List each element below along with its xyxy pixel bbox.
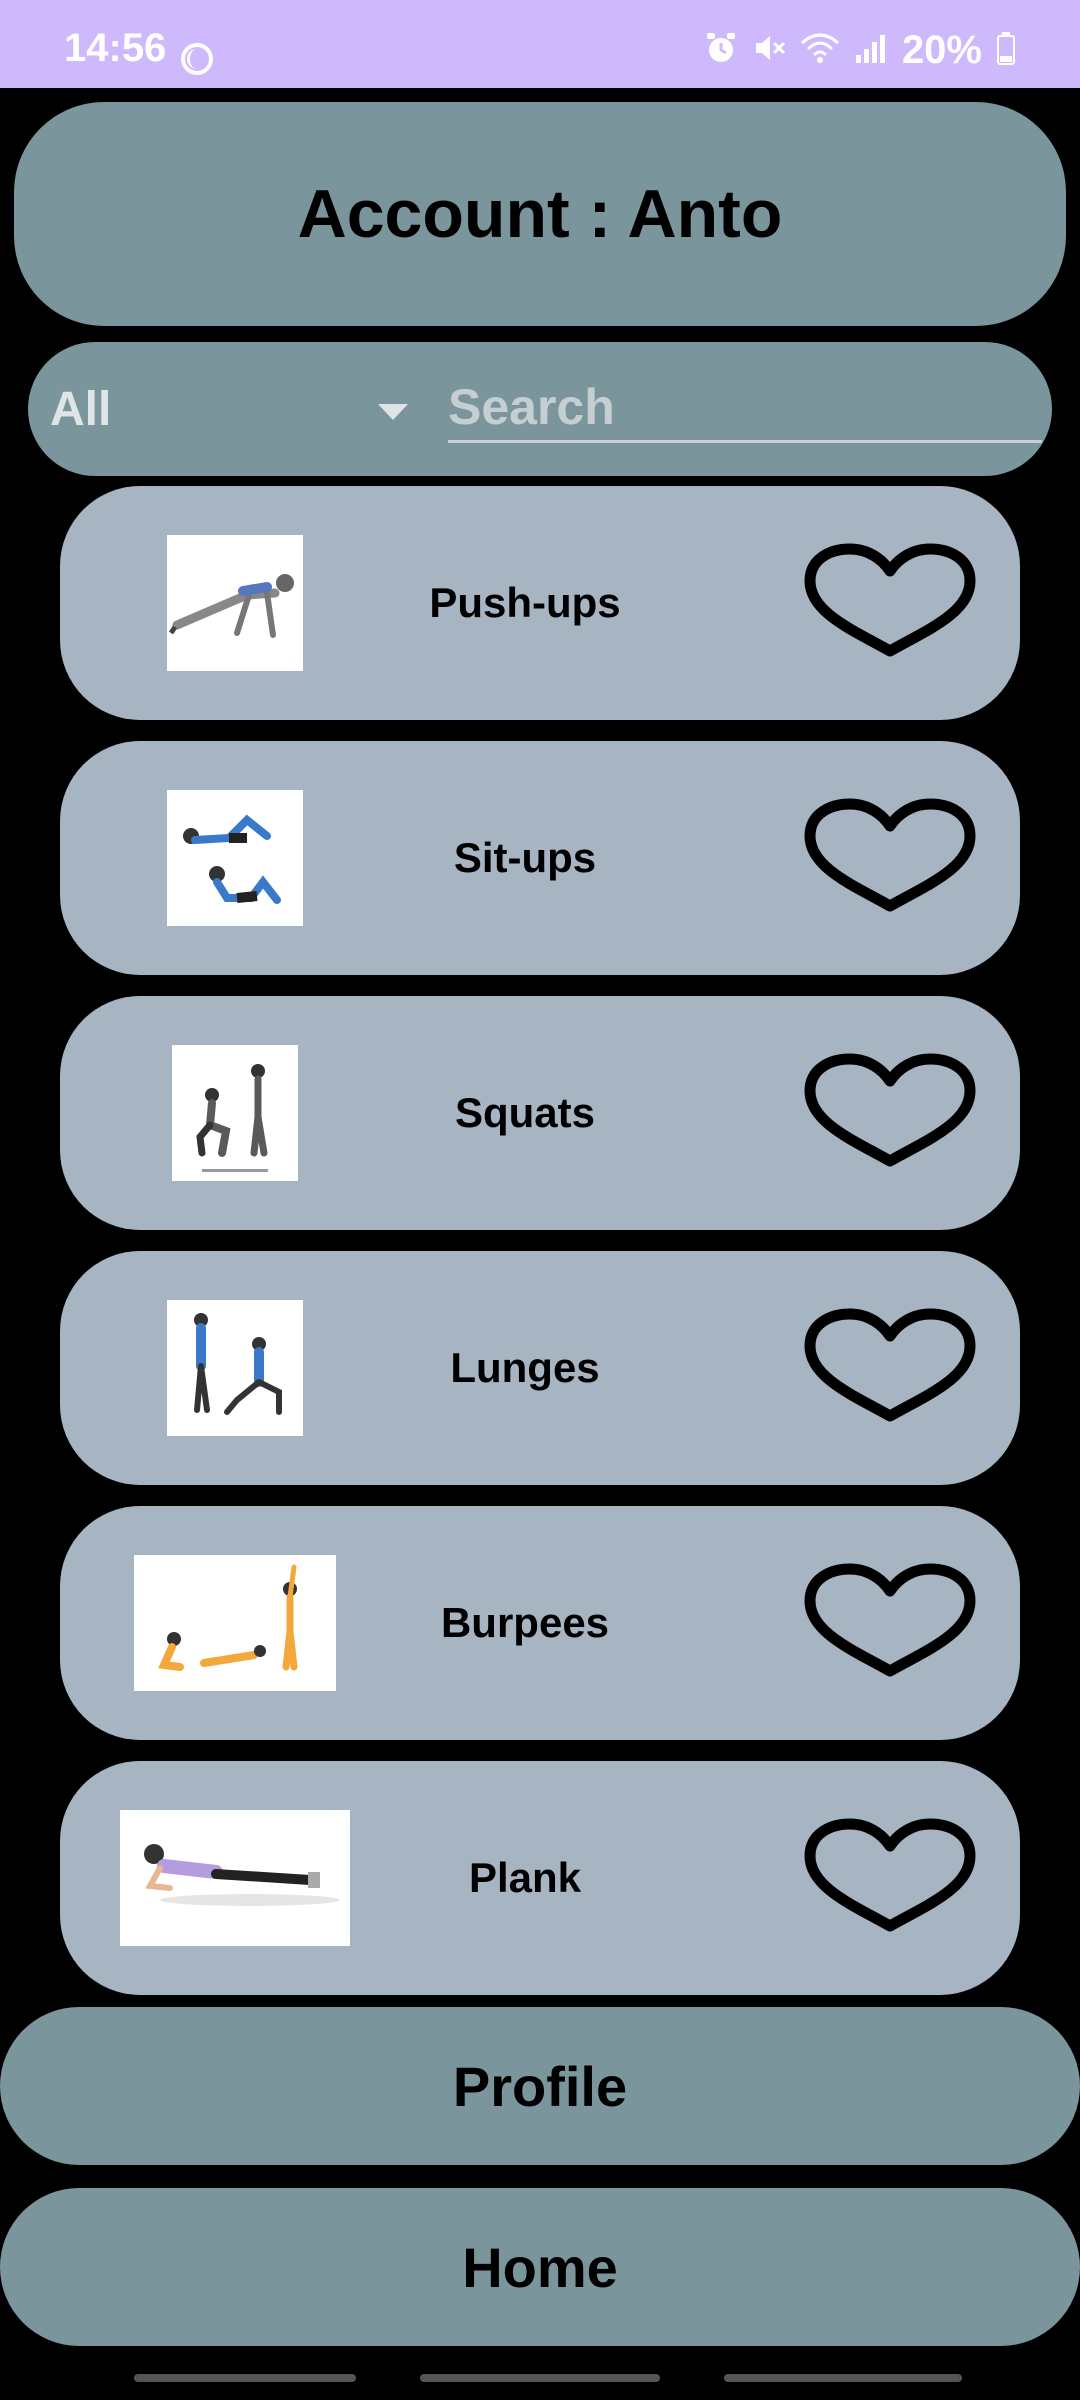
situp-image [167,790,303,926]
exercise-thumbnail [110,1810,360,1946]
heart-icon[interactable] [800,1818,980,1938]
list-item[interactable]: Lunges [60,1251,1020,1485]
profile-button[interactable]: Profile [0,2007,1080,2165]
plank-image [120,1810,350,1946]
filter-bar: All [28,342,1052,476]
burpee-image [134,1555,336,1691]
nav-gesture-recents[interactable] [724,2374,962,2382]
account-header: Account : Anto [14,102,1066,326]
moon-icon [180,42,214,81]
status-time: 14:56 [64,26,167,70]
alarm-icon [704,31,738,70]
status-icons: 20% [704,28,1016,73]
home-button[interactable]: Home [0,2188,1080,2346]
exercise-thumbnail [110,1555,360,1691]
exercise-name: Plank [468,1854,582,1901]
exercise-thumbnail [110,535,360,671]
list-item[interactable]: Squats [60,996,1020,1230]
exercise-name: Push-ups [429,579,621,626]
heart-icon[interactable] [800,798,980,918]
list-item[interactable]: Burpees [60,1506,1020,1740]
exercise-name: Lunges [450,1344,600,1391]
list-item[interactable]: Plank [60,1761,1020,1995]
search-input[interactable] [448,378,1042,436]
mute-icon [752,31,786,70]
exercise-name: Burpees [440,1599,610,1646]
chevron-down-icon [376,402,410,427]
exercise-name: Squats [454,1089,596,1136]
exercise-name: Sit-ups [453,834,597,881]
heart-icon[interactable] [800,1053,980,1173]
nav-gesture-home[interactable] [420,2374,660,2382]
heart-icon[interactable] [800,1308,980,1428]
exercise-thumbnail [110,1045,360,1181]
wifi-icon [800,31,840,70]
battery-percent: 20% [901,28,982,72]
heart-icon[interactable] [800,1563,980,1683]
list-item[interactable]: Push-ups [60,486,1020,720]
list-item[interactable]: Sit-ups [60,741,1020,975]
status-bar: 14:56 20% [0,0,1080,88]
pushup-image [167,535,303,671]
nav-gesture-back[interactable] [134,2374,356,2382]
exercise-thumbnail [110,790,360,926]
search-field [448,378,1042,443]
lunge-image [167,1300,303,1436]
category-dropdown[interactable]: All [50,372,420,446]
category-selected: All [50,382,112,436]
signal-icon [854,31,888,70]
heart-icon[interactable] [800,543,980,663]
squat-image [172,1045,298,1181]
exercise-thumbnail [110,1300,360,1436]
page-title: Account : Anto [297,176,783,252]
battery-icon [996,31,1016,70]
